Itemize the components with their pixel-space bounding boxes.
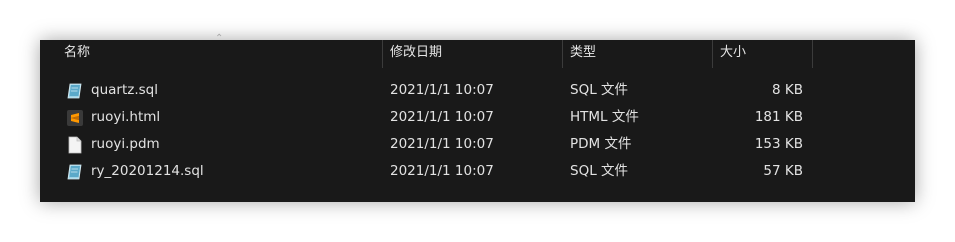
file-type: PDM 文件 — [570, 136, 632, 152]
file-modified: 2021/1/1 10:07 — [390, 109, 494, 125]
file-modified: 2021/1/1 10:07 — [390, 136, 494, 152]
file-modified: 2021/1/1 10:07 — [390, 163, 494, 179]
column-divider[interactable] — [382, 40, 383, 68]
column-header-size[interactable]: 大小 — [720, 40, 812, 68]
column-header-modified[interactable]: 修改日期 — [390, 40, 562, 68]
file-type: SQL 文件 — [570, 82, 629, 98]
file-type: SQL 文件 — [570, 163, 629, 179]
file-name[interactable]: ry_20201214.sql — [91, 158, 204, 185]
column-header-type[interactable]: 类型 — [570, 40, 712, 68]
sql-file-icon — [67, 83, 82, 99]
column-divider[interactable] — [812, 40, 813, 68]
sublime-html-file-icon — [67, 110, 83, 126]
file-size: 181 KB — [754, 109, 803, 125]
file-name[interactable]: ruoyi.html — [91, 104, 160, 131]
file-row[interactable]: ruoyi.html 2021/1/1 10:07 HTML 文件 181 KB — [40, 104, 915, 131]
file-row[interactable]: quartz.sql 2021/1/1 10:07 SQL 文件 8 KB — [40, 77, 915, 104]
file-size: 8 KB — [772, 82, 803, 98]
column-header-name[interactable]: 名称 — [64, 40, 382, 68]
file-type: HTML 文件 — [570, 109, 639, 125]
column-header-bar: ⌃ 名称 修改日期 类型 大小 — [40, 34, 915, 68]
file-size: 57 KB — [763, 163, 803, 179]
file-name[interactable]: quartz.sql — [91, 77, 158, 104]
sql-file-icon — [67, 164, 82, 180]
file-explorer-list: ⌃ 名称 修改日期 类型 大小 quartz.sql 2021/1/1 10:0… — [40, 34, 915, 202]
column-divider[interactable] — [562, 40, 563, 68]
file-size: 153 KB — [754, 136, 803, 152]
column-divider[interactable] — [712, 40, 713, 68]
file-modified: 2021/1/1 10:07 — [390, 82, 494, 98]
file-name[interactable]: ruoyi.pdm — [91, 131, 160, 158]
file-row[interactable]: ruoyi.pdm 2021/1/1 10:07 PDM 文件 153 KB — [40, 131, 915, 158]
blank-file-icon — [68, 136, 82, 154]
file-row[interactable]: ry_20201214.sql 2021/1/1 10:07 SQL 文件 57… — [40, 158, 915, 185]
